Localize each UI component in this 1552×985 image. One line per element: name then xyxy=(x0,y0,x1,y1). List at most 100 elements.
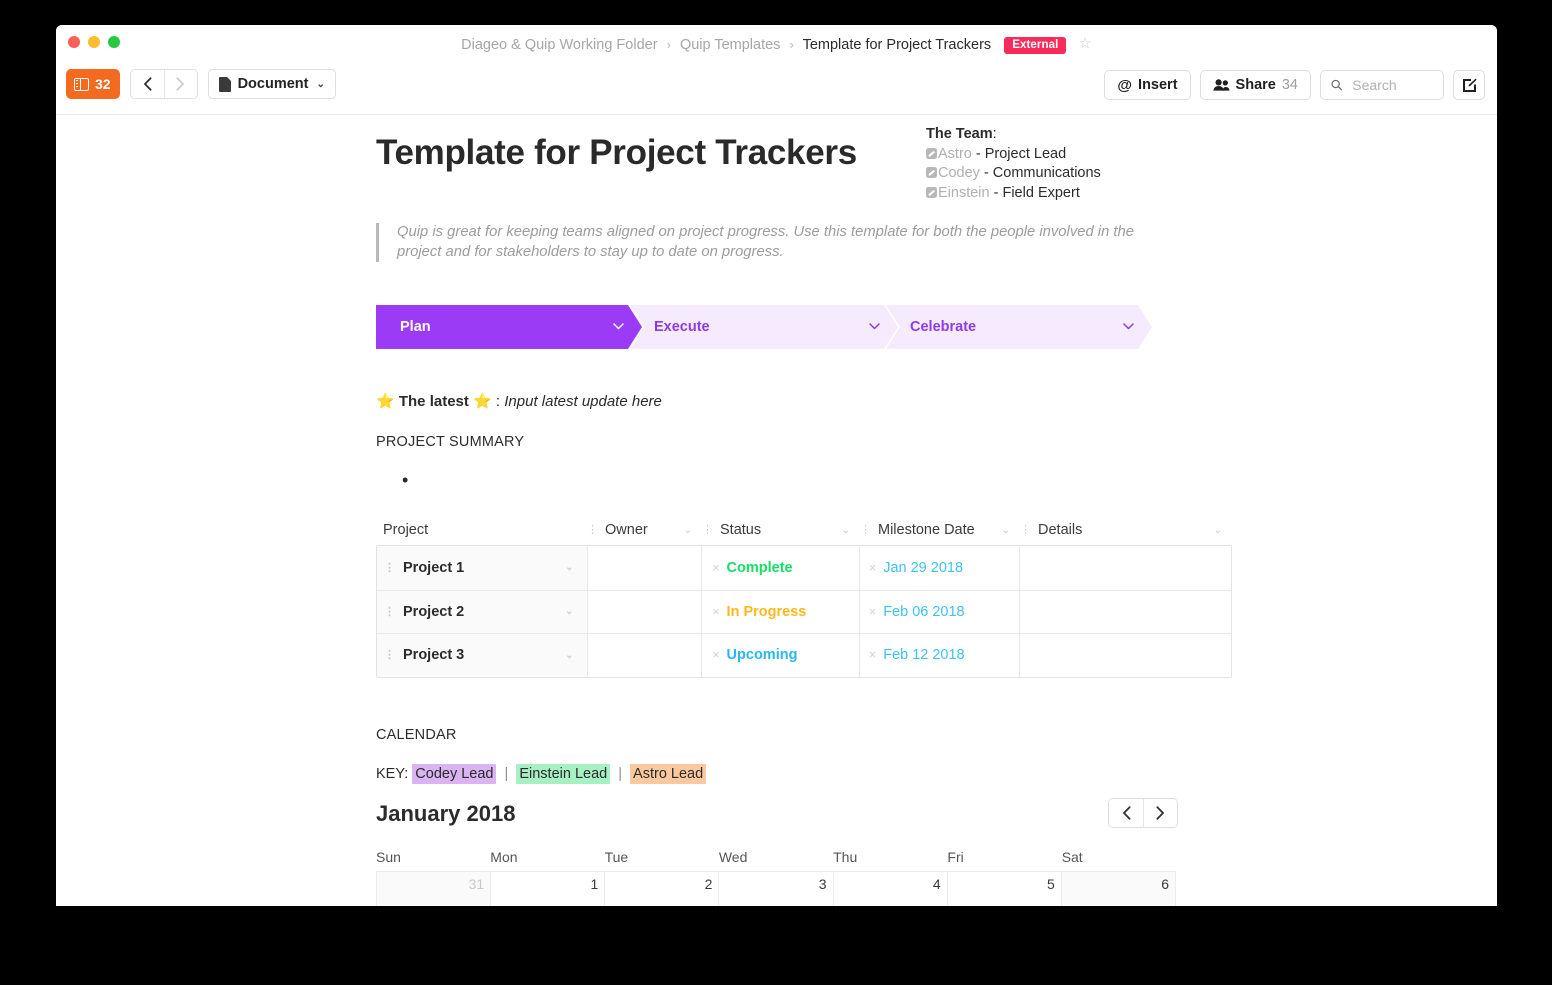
table-column-header-owner[interactable]: ⋮ Owner ⌄ xyxy=(587,515,702,545)
column-grip-icon[interactable]: ⋮ xyxy=(587,525,598,536)
star-icon[interactable]: ☆ xyxy=(1078,34,1091,52)
chevron-down-icon[interactable]: ⌄ xyxy=(1002,525,1010,536)
calendar-week-row: 31 1 2 3 4 5 6 xyxy=(376,871,1176,906)
calendar-day-cell[interactable]: 31 xyxy=(377,872,492,906)
milestone-date-value: Feb 06 2018 xyxy=(883,603,965,620)
search-input[interactable] xyxy=(1350,76,1433,94)
milestone-date-value: Jan 29 2018 xyxy=(883,559,964,576)
team-member-name[interactable]: Astro xyxy=(938,146,972,162)
sidebar-toggle-button[interactable]: 32 xyxy=(66,69,120,99)
column-label: Project xyxy=(383,522,429,538)
team-member-role: - Project Lead xyxy=(975,145,1067,162)
column-grip-icon[interactable]: ⋮ xyxy=(860,525,871,536)
breadcrumb-current-document[interactable]: Template for Project Trackers xyxy=(803,37,992,53)
toolbar: 32 Document ⌄ @ Insert Share 34 Search xyxy=(56,61,1497,115)
row-grip-icon[interactable]: ⋮ xyxy=(384,606,395,617)
remove-icon[interactable]: × xyxy=(869,605,876,619)
search-box[interactable] xyxy=(1320,70,1444,100)
cell-project[interactable]: ⋮ Project 1 ⌄ xyxy=(377,546,588,590)
chevron-down-icon[interactable]: ⌄ xyxy=(684,525,692,536)
breadcrumb-separator-icon: › xyxy=(789,37,794,52)
key-entry-astro: Astro Lead xyxy=(630,764,707,784)
people-icon xyxy=(1212,79,1230,91)
row-grip-icon[interactable]: ⋮ xyxy=(384,562,395,573)
cell-milestone-date[interactable]: × Feb 06 2018 xyxy=(860,590,1020,633)
mention-icon xyxy=(926,147,937,159)
chevron-down-icon[interactable]: ⌄ xyxy=(565,606,573,617)
table-column-header-details[interactable]: ⋮ Details ⌄ xyxy=(1020,515,1232,545)
cell-status[interactable]: × Complete xyxy=(702,546,860,590)
column-grip-icon[interactable]: ⋮ xyxy=(1020,525,1031,536)
chevron-down-icon[interactable]: ⌄ xyxy=(842,525,850,536)
cell-details[interactable] xyxy=(1020,634,1231,677)
document-icon xyxy=(218,76,231,92)
calendar-nav-group xyxy=(1108,798,1178,828)
calendar-day-cell[interactable]: 4 xyxy=(833,872,948,906)
forward-button[interactable] xyxy=(163,70,197,98)
chevron-right-icon xyxy=(1156,806,1164,820)
chevron-down-icon[interactable]: ⌄ xyxy=(565,562,573,573)
search-icon xyxy=(1331,79,1343,91)
calendar-day-names: Sun Mon Tue Wed Thu Fri Sat xyxy=(376,843,1176,871)
cell-project[interactable]: ⋮ Project 3 ⌄ xyxy=(377,634,588,677)
cell-details[interactable] xyxy=(1020,546,1231,590)
star-emoji-icon: ⭐ xyxy=(376,393,395,410)
chevron-left-icon xyxy=(143,77,152,91)
edit-document-button[interactable] xyxy=(1453,70,1485,100)
cell-milestone-date[interactable]: × Feb 12 2018 xyxy=(860,634,1020,677)
chevron-down-icon[interactable] xyxy=(1123,321,1134,333)
breadcrumb-item-templates[interactable]: Quip Templates xyxy=(680,37,780,53)
calendar-prev-month-button[interactable] xyxy=(1109,799,1143,827)
remove-icon[interactable]: × xyxy=(869,648,876,662)
breadcrumb-item-folder[interactable]: Diageo & Quip Working Folder xyxy=(461,37,657,53)
cell-project[interactable]: ⋮ Project 2 ⌄ xyxy=(377,590,588,633)
calendar-day-cell[interactable]: 2 xyxy=(605,872,720,906)
project-name: Project 3 xyxy=(403,647,465,664)
cell-details[interactable] xyxy=(1020,591,1231,634)
cell-status[interactable]: × In Progress xyxy=(702,590,860,633)
cell-owner[interactable] xyxy=(588,634,703,677)
chevron-down-icon[interactable] xyxy=(613,321,624,333)
step-plan[interactable]: Plan xyxy=(376,305,642,349)
cell-status[interactable]: × Upcoming xyxy=(702,634,860,677)
remove-icon[interactable]: × xyxy=(712,648,719,662)
table-column-header-project[interactable]: Project xyxy=(376,515,587,545)
team-member-row: Codey - Communications xyxy=(926,164,1101,184)
column-grip-icon[interactable]: ⋮ xyxy=(702,525,713,536)
chevron-down-icon[interactable] xyxy=(869,321,880,333)
document-type-menu[interactable]: Document ⌄ xyxy=(207,69,336,99)
table-column-header-status[interactable]: ⋮ Status ⌄ xyxy=(702,515,860,545)
remove-icon[interactable]: × xyxy=(712,605,719,619)
chevron-right-icon xyxy=(176,77,184,91)
cell-owner[interactable] xyxy=(588,590,703,633)
table-column-header-milestone-date[interactable]: ⋮ Milestone Date ⌄ xyxy=(860,515,1020,545)
cell-owner[interactable] xyxy=(588,546,703,590)
remove-icon[interactable]: × xyxy=(869,561,876,575)
step-execute[interactable]: Execute xyxy=(630,305,898,349)
insert-button[interactable]: @ Insert xyxy=(1104,70,1191,100)
latest-value[interactable]: Input latest update here xyxy=(504,393,662,410)
chevron-down-icon[interactable]: ⌄ xyxy=(1214,525,1222,536)
project-table: Project ⋮ Owner ⌄ ⋮ Status ⌄ ⋮ Milestone… xyxy=(376,515,1232,678)
share-button[interactable]: Share 34 xyxy=(1199,70,1311,100)
row-grip-icon[interactable]: ⋮ xyxy=(384,650,395,661)
calendar-day-cell[interactable]: 6 xyxy=(1061,872,1176,906)
key-label: KEY: xyxy=(376,766,409,782)
latest-colon: : xyxy=(495,393,505,410)
toolbar-right-group: @ Insert Share 34 xyxy=(1104,70,1485,100)
remove-icon[interactable]: × xyxy=(712,561,719,575)
chevron-down-icon[interactable]: ⌄ xyxy=(565,650,573,661)
calendar-day-cell[interactable]: 5 xyxy=(947,872,1062,906)
team-member-name[interactable]: Einstein xyxy=(938,185,990,201)
star-emoji-icon: ⭐ xyxy=(473,393,492,410)
team-member-role: - Communications xyxy=(983,165,1101,181)
project-name: Project 2 xyxy=(403,603,465,620)
back-button[interactable] xyxy=(130,70,164,98)
step-celebrate[interactable]: Celebrate xyxy=(886,305,1152,349)
calendar-day-cell[interactable]: 1 xyxy=(491,872,606,906)
calendar-next-month-button[interactable] xyxy=(1143,799,1177,827)
team-member-name[interactable]: Codey xyxy=(938,165,980,181)
cell-milestone-date[interactable]: × Jan 29 2018 xyxy=(860,546,1020,590)
calendar-day-cell[interactable]: 3 xyxy=(719,872,834,906)
step-label: Plan xyxy=(400,319,431,335)
